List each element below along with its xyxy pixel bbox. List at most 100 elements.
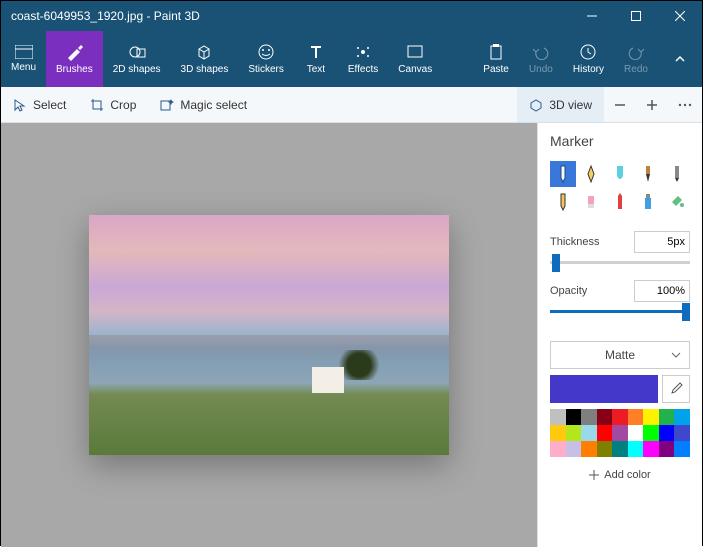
select-tool[interactable]: Select [1, 87, 78, 122]
canvas-tab[interactable]: Canvas [388, 31, 442, 87]
history-button[interactable]: History [563, 31, 614, 87]
palette-color[interactable] [566, 409, 582, 425]
palette-color[interactable] [674, 441, 690, 457]
palette-color[interactable] [659, 425, 675, 441]
thickness-slider[interactable] [550, 261, 690, 264]
secondary-toolbar: Select Crop Magic select 3D view [1, 87, 702, 123]
palette-color[interactable] [597, 409, 613, 425]
maximize-button[interactable] [614, 1, 658, 31]
eraser-brush[interactable] [578, 189, 604, 215]
window-controls [570, 1, 702, 31]
material-value: Matte [605, 348, 635, 362]
3d-view-toggle[interactable]: 3D view [517, 87, 604, 122]
undo-button[interactable]: Undo [519, 31, 563, 87]
crayon-brush[interactable] [607, 189, 633, 215]
close-button[interactable] [658, 1, 702, 31]
palette-color[interactable] [643, 409, 659, 425]
palette-color[interactable] [566, 425, 582, 441]
more-options-button[interactable] [668, 87, 702, 122]
text-tab[interactable]: Text [294, 31, 338, 87]
add-color-button[interactable]: Add color [550, 461, 690, 489]
paste-label: Paste [483, 64, 509, 75]
redo-label: Redo [624, 64, 648, 75]
menu-label: Menu [11, 62, 36, 73]
redo-button[interactable]: Redo [614, 31, 658, 87]
canvas-area[interactable] [1, 123, 537, 547]
palette-color[interactable] [612, 425, 628, 441]
opacity-slider-thumb[interactable] [682, 303, 690, 321]
marker-brush[interactable] [550, 161, 576, 187]
fill-brush[interactable] [664, 189, 690, 215]
palette-color[interactable] [581, 441, 597, 457]
thickness-row: Thickness [550, 231, 690, 253]
window-title: coast-6049953_1920.jpg - Paint 3D [11, 9, 200, 23]
magic-select-label: Magic select [180, 98, 247, 112]
title-bar: coast-6049953_1920.jpg - Paint 3D [1, 1, 702, 31]
sidebar-title: Marker [550, 133, 690, 149]
canvas-image[interactable] [89, 215, 449, 455]
palette-color[interactable] [581, 409, 597, 425]
menu-button[interactable]: Menu [1, 31, 46, 87]
plus-icon [589, 470, 599, 480]
zoom-in-button[interactable] [636, 87, 668, 122]
palette-color[interactable] [550, 441, 566, 457]
effects-tab[interactable]: Effects [338, 31, 388, 87]
palette-color[interactable] [643, 425, 659, 441]
thickness-slider-thumb[interactable] [552, 254, 560, 272]
eyedropper-button[interactable] [662, 375, 690, 403]
chevron-down-icon [671, 350, 681, 360]
history-label: History [573, 64, 604, 75]
3d-shapes-tab[interactable]: 3D shapes [171, 31, 239, 87]
calligraphy-pen-brush[interactable] [578, 161, 604, 187]
palette-color[interactable] [550, 409, 566, 425]
crop-tool[interactable]: Crop [78, 87, 148, 122]
palette-color[interactable] [643, 441, 659, 457]
undo-label: Undo [529, 64, 553, 75]
opacity-slider[interactable] [550, 310, 690, 313]
palette-color[interactable] [628, 409, 644, 425]
palette-color[interactable] [674, 425, 690, 441]
2d-shapes-label: 2D shapes [113, 64, 161, 75]
text-label: Text [307, 64, 325, 75]
palette-color[interactable] [659, 409, 675, 425]
add-color-label: Add color [604, 469, 650, 481]
thickness-input[interactable] [634, 231, 690, 253]
palette-color[interactable] [597, 425, 613, 441]
ribbon: Menu Brushes 2D shapes 3D shapes Sticker… [1, 31, 702, 87]
workspace: Marker Thickness Opacity [1, 123, 702, 547]
palette-color[interactable] [612, 409, 628, 425]
thickness-label: Thickness [550, 236, 600, 248]
properties-sidebar: Marker Thickness Opacity [537, 123, 702, 547]
opacity-input[interactable] [634, 280, 690, 302]
3d-shapes-label: 3D shapes [181, 64, 229, 75]
palette-color[interactable] [612, 441, 628, 457]
pixel-pen-brush[interactable] [664, 161, 690, 187]
select-label: Select [33, 98, 66, 112]
zoom-out-button[interactable] [604, 87, 636, 122]
oil-brush[interactable] [607, 161, 633, 187]
opacity-row: Opacity [550, 280, 690, 302]
palette-color[interactable] [581, 425, 597, 441]
3d-view-label: 3D view [549, 98, 592, 112]
palette-color[interactable] [659, 441, 675, 457]
expand-chevron-icon[interactable] [658, 31, 702, 87]
palette-color[interactable] [597, 441, 613, 457]
effects-label: Effects [348, 64, 378, 75]
magic-select-tool[interactable]: Magic select [148, 87, 259, 122]
minimize-button[interactable] [570, 1, 614, 31]
spray-can-brush[interactable] [635, 189, 661, 215]
pencil-brush[interactable] [550, 189, 576, 215]
palette-color[interactable] [550, 425, 566, 441]
material-dropdown[interactable]: Matte [550, 341, 690, 369]
palette-color[interactable] [674, 409, 690, 425]
watercolor-brush[interactable] [635, 161, 661, 187]
brushes-tab[interactable]: Brushes [46, 31, 103, 87]
stickers-tab[interactable]: Stickers [238, 31, 294, 87]
image-horizon [89, 335, 449, 365]
palette-color[interactable] [628, 441, 644, 457]
palette-color[interactable] [628, 425, 644, 441]
palette-color[interactable] [566, 441, 582, 457]
paste-button[interactable]: Paste [473, 31, 519, 87]
2d-shapes-tab[interactable]: 2D shapes [103, 31, 171, 87]
current-color-swatch[interactable] [550, 375, 658, 403]
